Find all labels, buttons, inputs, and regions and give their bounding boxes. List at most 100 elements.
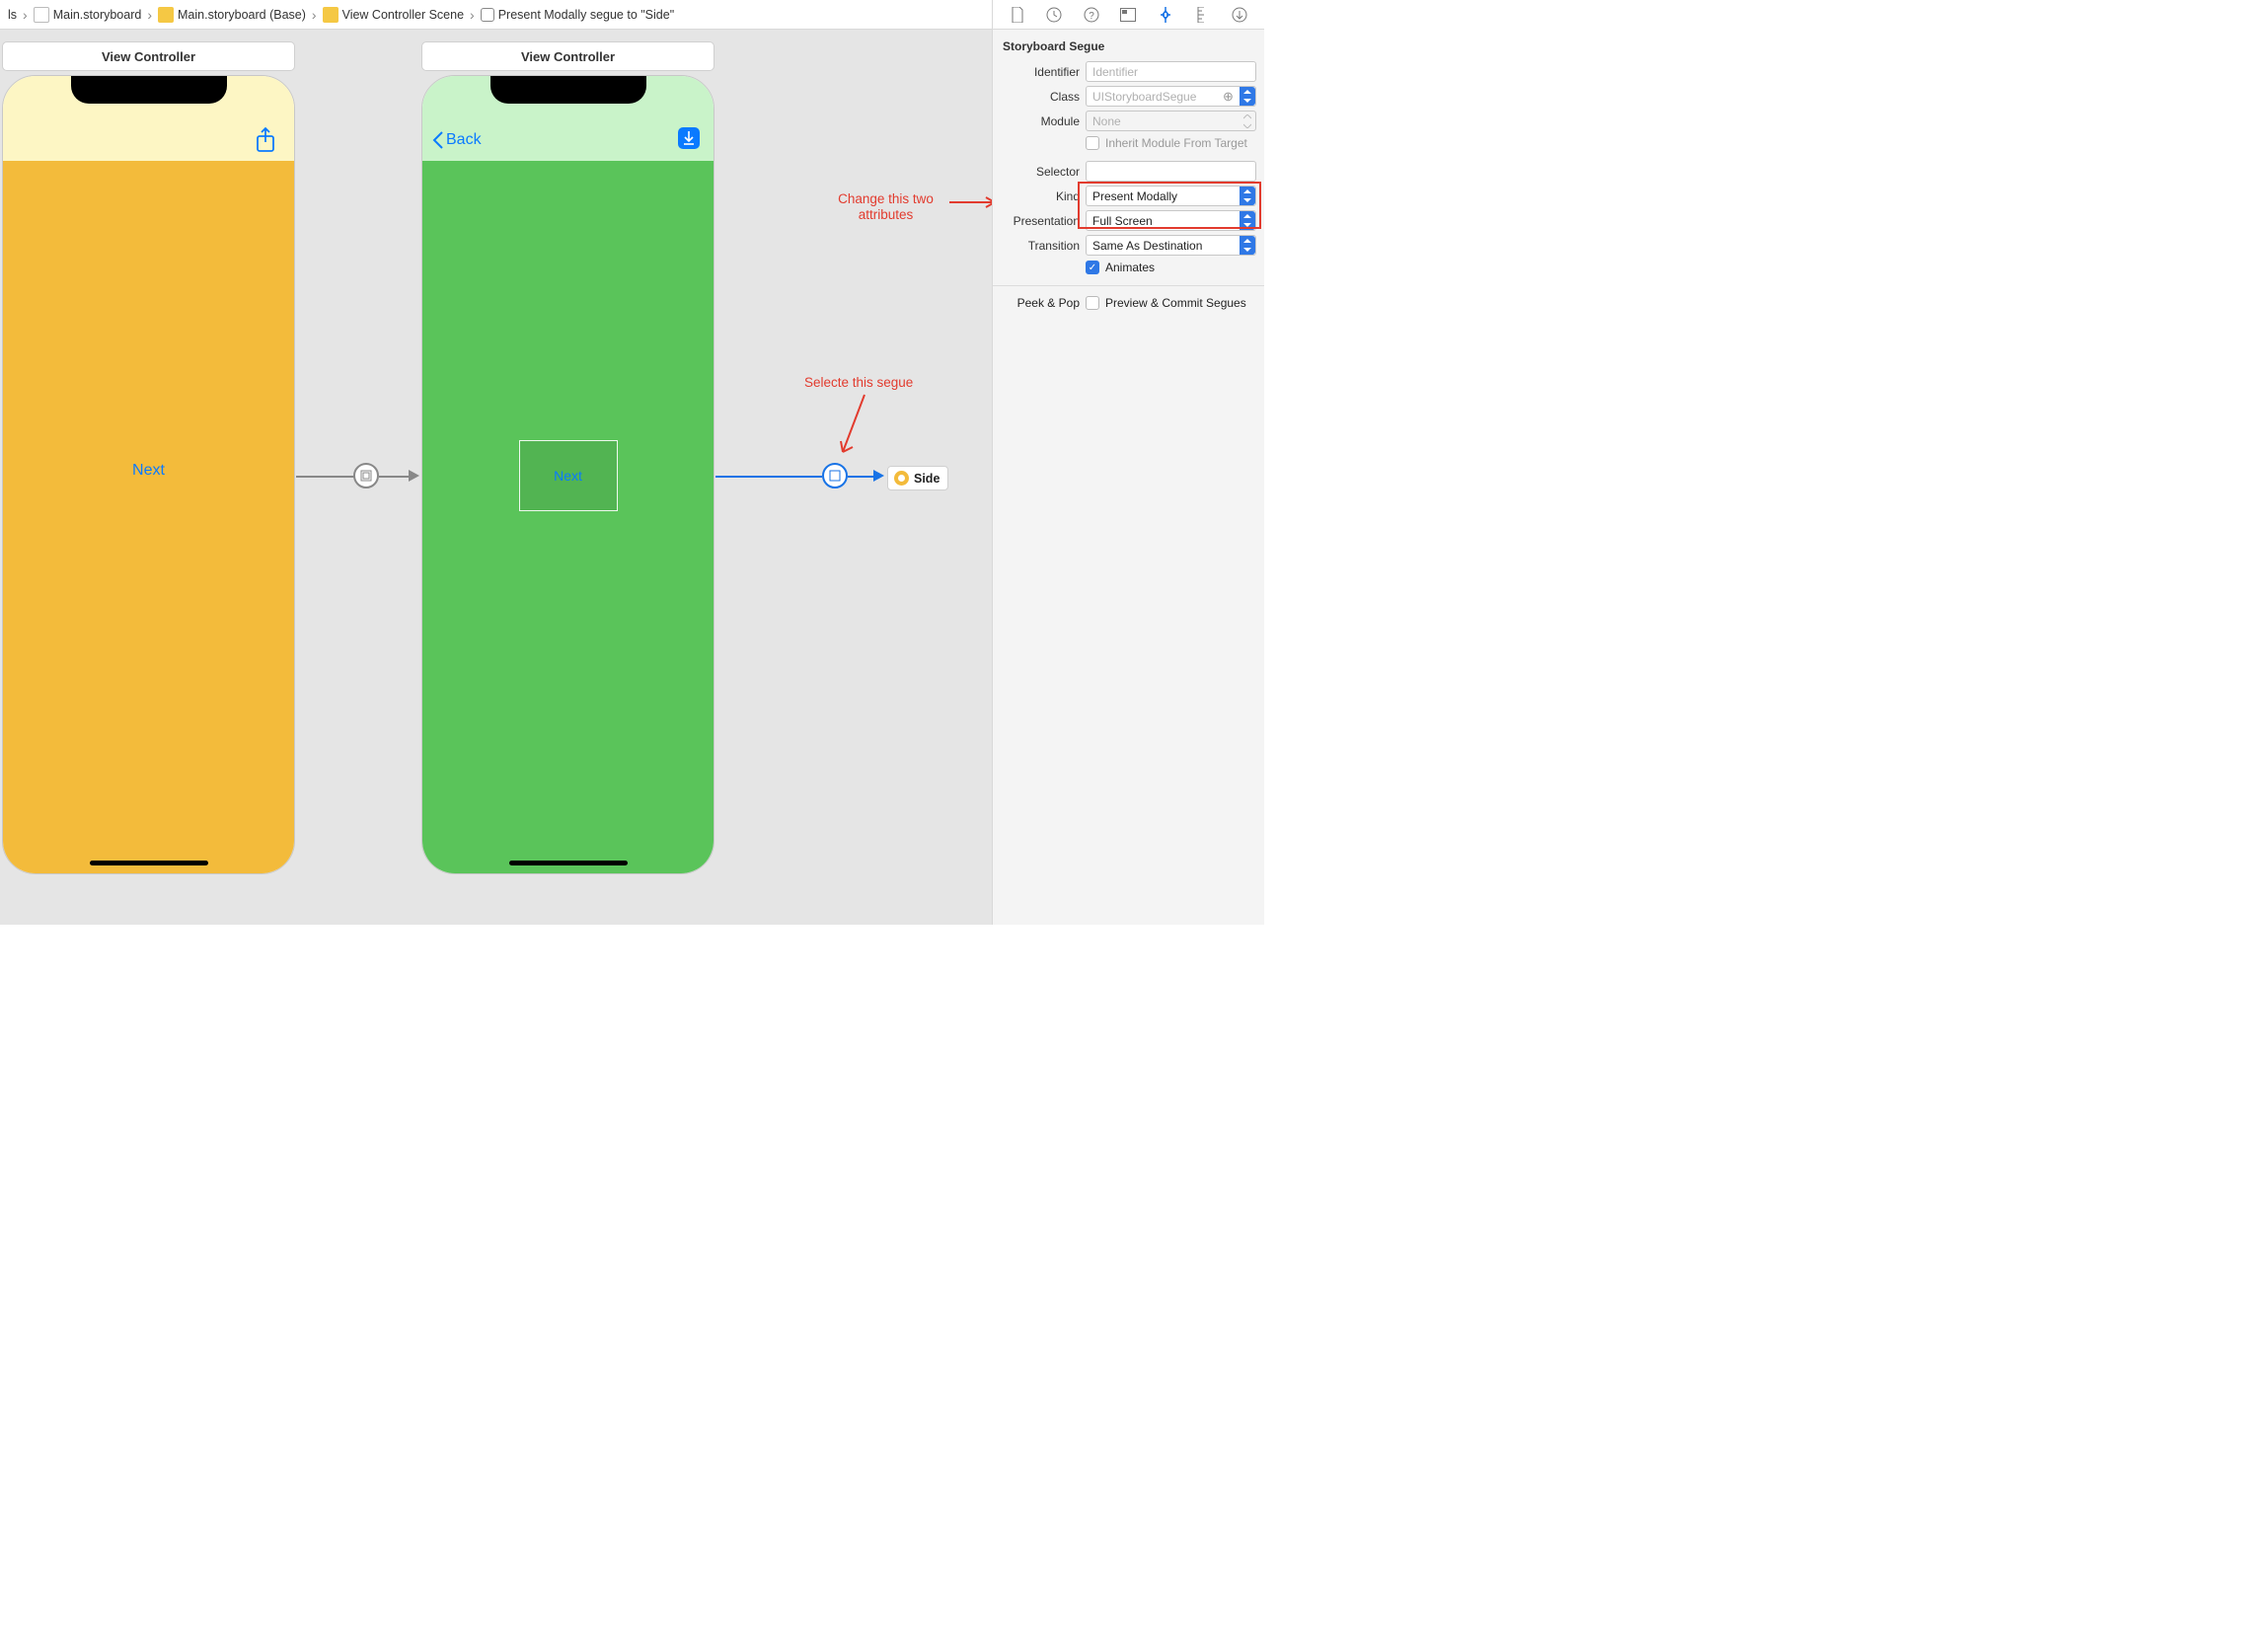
segue-line[interactable]: [379, 476, 409, 478]
peek-pop-row: Peek & Pop Preview & Commit Segues: [993, 294, 1264, 312]
transition-row: Transition Same As Destination: [993, 233, 1264, 258]
annotation-attributes: Change this two attributes: [819, 191, 952, 223]
inherit-module-checkbox[interactable]: [1086, 136, 1099, 150]
annotation-segue: Selecte this segue: [804, 375, 913, 391]
annotation-arrow: [949, 188, 992, 217]
storyboard-canvas[interactable]: View Controller Next View Controller: [0, 30, 992, 925]
checkbox-label: Preview & Commit Segues: [1105, 296, 1246, 310]
segue-icon: [481, 8, 494, 22]
field-label: Kind: [1001, 189, 1080, 203]
back-button[interactable]: Back: [432, 131, 482, 149]
class-row: Class UIStoryboardSegue ⊕: [993, 84, 1264, 109]
chevron-right-icon: ›: [310, 7, 319, 23]
breadcrumb-item[interactable]: ls: [6, 8, 19, 22]
selector-row: Selector: [993, 159, 1264, 184]
breadcrumb-item[interactable]: Main.storyboard: [32, 7, 144, 23]
peek-pop-checkbox[interactable]: [1086, 296, 1099, 310]
vc-title-bar[interactable]: View Controller: [421, 41, 714, 71]
presentation-select[interactable]: Full Screen: [1086, 210, 1256, 231]
module-select[interactable]: None: [1086, 111, 1256, 131]
identity-inspector-tab[interactable]: [1115, 2, 1141, 28]
select-value: Same As Destination: [1092, 239, 1202, 253]
storyboard-reference-side[interactable]: Side: [887, 466, 948, 490]
transition-select[interactable]: Same As Destination: [1086, 235, 1256, 256]
home-indicator: [90, 861, 208, 865]
breadcrumb-item[interactable]: Main.storyboard (Base): [156, 7, 308, 23]
field-label: Class: [1001, 90, 1080, 104]
checkbox-label: Inherit Module From Target: [1105, 136, 1247, 150]
circle-plus-icon[interactable]: ⊕: [1221, 89, 1236, 104]
segue-line[interactable]: [296, 476, 355, 478]
home-indicator: [509, 861, 628, 865]
field-label: Module: [1001, 114, 1080, 128]
field-label: Presentation: [1001, 214, 1080, 228]
segue-node-present[interactable]: [353, 463, 379, 488]
chevron-right-icon: ›: [468, 7, 477, 23]
main-view: [422, 161, 714, 873]
attributes-inspector-tab[interactable]: [1153, 2, 1178, 28]
size-inspector-tab[interactable]: [1190, 2, 1216, 28]
reference-label: Side: [914, 472, 940, 486]
vc-title: View Controller: [102, 49, 195, 64]
animates-row: ✓ Animates: [993, 258, 1264, 277]
button-label: Next: [554, 468, 582, 484]
share-icon[interactable]: [255, 127, 276, 153]
identifier-input[interactable]: [1086, 61, 1256, 82]
vc-title: View Controller: [521, 49, 615, 64]
select-value: UIStoryboardSegue: [1092, 90, 1196, 104]
segue-node-selected[interactable]: [822, 463, 848, 488]
segue-line-selected[interactable]: [715, 476, 822, 478]
help-inspector-tab[interactable]: ?: [1079, 2, 1104, 28]
connections-inspector-tab[interactable]: [1227, 2, 1252, 28]
vc-title-bar[interactable]: View Controller: [2, 41, 295, 71]
container-view[interactable]: Next: [519, 440, 618, 511]
select-value: Full Screen: [1092, 214, 1153, 228]
breadcrumb-item[interactable]: View Controller Scene: [321, 7, 466, 23]
notch: [71, 76, 227, 104]
file-inspector-tab[interactable]: [1005, 2, 1030, 28]
attributes-inspector: Storyboard Segue Identifier Class UIStor…: [992, 30, 1264, 925]
breadcrumb-label: Main.storyboard (Base): [178, 8, 306, 22]
animates-checkbox[interactable]: ✓: [1086, 261, 1099, 274]
back-label: Back: [446, 131, 482, 149]
chevron-right-icon: ›: [145, 7, 154, 23]
field-label: Transition: [1001, 239, 1080, 253]
notch: [490, 76, 646, 104]
select-value: Present Modally: [1092, 189, 1177, 203]
separator: [993, 285, 1264, 286]
arrowhead-icon: [873, 470, 884, 482]
breadcrumb-label: Main.storyboard: [53, 8, 142, 22]
field-label: Peek & Pop: [1001, 296, 1080, 310]
chevron-right-icon: ›: [21, 7, 30, 23]
download-icon[interactable]: [678, 127, 700, 149]
phone-frame: Back Next: [421, 75, 714, 874]
breadcrumb-item[interactable]: Present Modally segue to "Side": [479, 8, 676, 22]
selector-input[interactable]: [1086, 161, 1256, 182]
class-select[interactable]: UIStoryboardSegue ⊕: [1086, 86, 1256, 107]
breadcrumb-label: Present Modally segue to "Side": [498, 8, 674, 22]
phone-frame: Next: [2, 75, 295, 874]
annotation-arrow: [835, 393, 874, 462]
presentation-row: Presentation Full Screen: [993, 208, 1264, 233]
scene-icon: [323, 7, 338, 23]
segue-line-selected[interactable]: [848, 476, 873, 478]
kind-select[interactable]: Present Modally: [1086, 186, 1256, 206]
identifier-row: Identifier: [993, 59, 1264, 84]
view-controller-2[interactable]: View Controller Back Next: [421, 41, 714, 874]
history-inspector-tab[interactable]: [1041, 2, 1067, 28]
chevron-left-icon: [432, 131, 444, 149]
field-label: Selector: [1001, 165, 1080, 179]
breadcrumbs: ls › Main.storyboard › Main.storyboard (…: [0, 0, 676, 29]
breadcrumb-label: View Controller Scene: [342, 8, 464, 22]
main-view: [3, 161, 294, 873]
view-controller-1[interactable]: View Controller Next: [2, 41, 295, 874]
storyboard-icon: [158, 7, 174, 23]
svg-text:?: ?: [1089, 11, 1094, 22]
select-value: None: [1092, 114, 1121, 128]
next-button[interactable]: Next: [132, 462, 165, 480]
reference-icon: [894, 471, 909, 486]
file-icon: [34, 7, 49, 23]
arrowhead-icon: [409, 470, 419, 482]
field-label: Identifier: [1001, 65, 1080, 79]
inherit-module-row: Inherit Module From Target: [993, 133, 1264, 153]
